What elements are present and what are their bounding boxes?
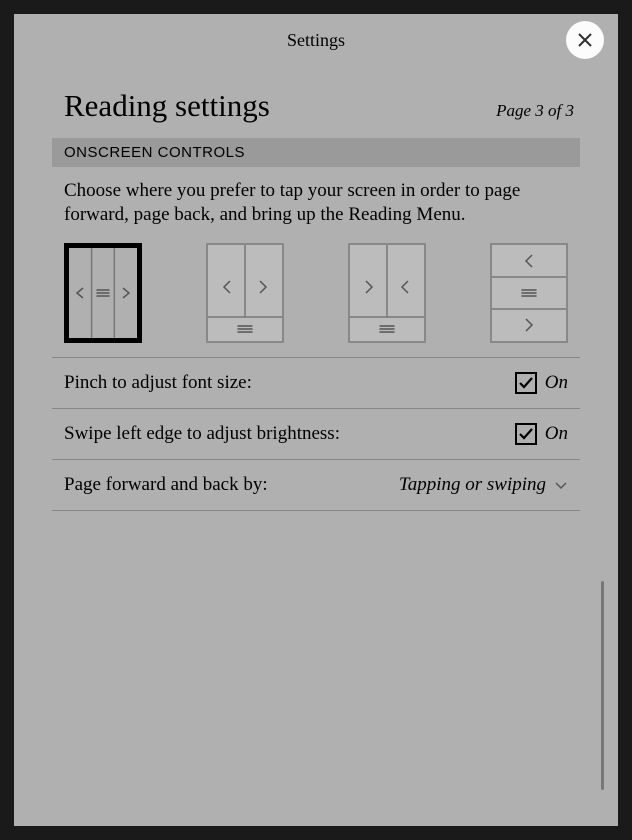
setting-swipe-row[interactable]: Swipe left edge to adjust brightness: On <box>52 408 580 459</box>
setting-pinch-label: Pinch to adjust font size: <box>64 372 252 394</box>
close-button[interactable] <box>566 21 604 59</box>
layout-option-2[interactable] <box>206 243 284 343</box>
checkbox-pinch[interactable] <box>515 372 537 394</box>
pageforward-value: Tapping or swiping <box>399 474 546 496</box>
check-icon <box>518 375 534 391</box>
setting-swipe-value: On <box>515 423 568 445</box>
checkbox-swipe[interactable] <box>515 423 537 445</box>
setting-pageforward-row[interactable]: Page forward and back by: Tapping or swi… <box>52 459 580 511</box>
modal-header: Settings <box>14 14 618 66</box>
check-icon <box>518 426 534 442</box>
setting-swipe-status: On <box>545 423 568 445</box>
setting-pinch-status: On <box>545 372 568 394</box>
page-indicator: Page 3 of 3 <box>496 101 574 121</box>
layout-options-row <box>52 243 580 357</box>
section-instruction: Choose where you prefer to tap your scre… <box>52 167 580 243</box>
scrollbar-thumb[interactable] <box>601 581 604 790</box>
page-heading-row: Reading settings Page 3 of 3 <box>14 66 618 138</box>
close-icon <box>578 33 592 47</box>
chevron-down-icon <box>554 478 568 492</box>
setting-pinch-row[interactable]: Pinch to adjust font size: On <box>52 357 580 408</box>
layout-option-4[interactable] <box>490 243 568 343</box>
setting-pageforward-label: Page forward and back by: <box>64 474 268 496</box>
setting-swipe-label: Swipe left edge to adjust brightness: <box>64 423 340 445</box>
settings-modal: Settings Reading settings Page 3 of 3 ON… <box>14 14 618 826</box>
modal-title: Settings <box>287 30 345 51</box>
page-heading: Reading settings <box>64 88 270 124</box>
pageforward-dropdown[interactable]: Tapping or swiping <box>399 474 568 496</box>
layout-option-3[interactable] <box>348 243 426 343</box>
section-header: ONSCREEN CONTROLS <box>52 138 580 167</box>
scrollbar[interactable] <box>601 158 604 790</box>
layout-option-1[interactable] <box>64 243 142 343</box>
setting-pinch-value: On <box>515 372 568 394</box>
content-area: ONSCREEN CONTROLS Choose where you prefe… <box>52 138 580 511</box>
